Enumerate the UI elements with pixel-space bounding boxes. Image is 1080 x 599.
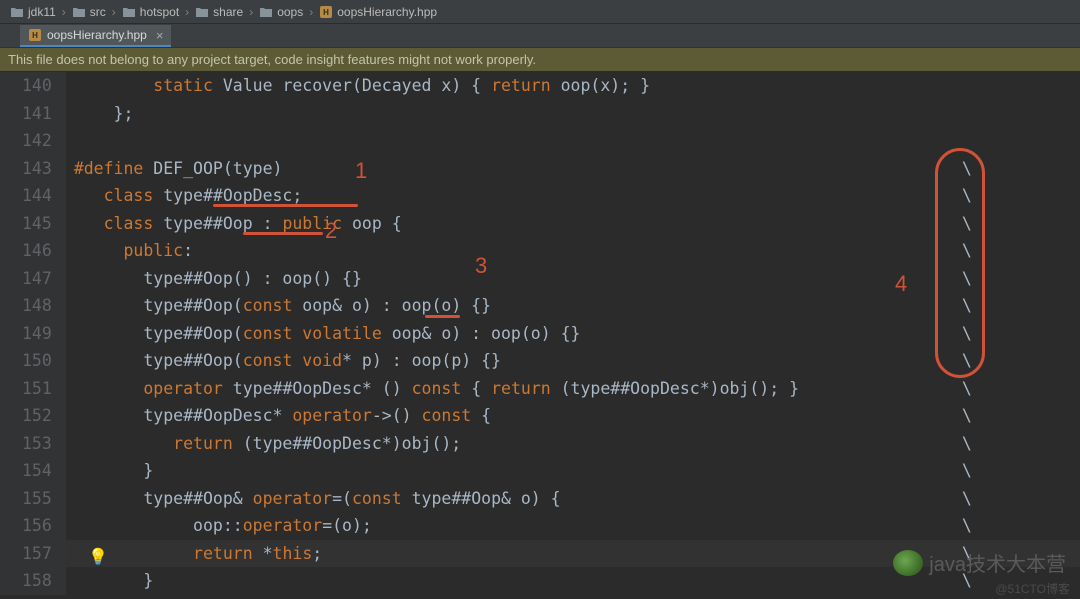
code-line: static Value recover(Decayed x) { return… bbox=[74, 72, 1080, 100]
line-number: 153 bbox=[22, 430, 52, 458]
tab-active[interactable]: H oopsHierarchy.hpp × bbox=[20, 25, 171, 47]
folder-icon bbox=[259, 6, 273, 18]
line-number: 154 bbox=[22, 457, 52, 485]
crumb-label: oopsHierarchy.hpp bbox=[337, 5, 437, 19]
crumb-label: share bbox=[213, 5, 243, 19]
line-number: 151 bbox=[22, 375, 52, 403]
tab-label: oopsHierarchy.hpp bbox=[47, 28, 147, 42]
gutter: 140 141 142 143 144 145 146 147 148 149 … bbox=[0, 72, 66, 595]
code-line: type##Oop() : oop() {}\ bbox=[74, 265, 1080, 293]
line-number: 143 bbox=[22, 155, 52, 183]
line-number: 145 bbox=[22, 210, 52, 238]
breadcrumb-item[interactable]: H oopsHierarchy.hpp bbox=[315, 5, 441, 19]
breadcrumb-item[interactable]: share bbox=[191, 5, 247, 19]
breadcrumb-item[interactable]: src bbox=[68, 5, 110, 19]
watermark-logo: java技术大本营 bbox=[893, 548, 1066, 577]
crumb-label: jdk11 bbox=[28, 5, 56, 19]
header-file-icon: H bbox=[28, 29, 42, 41]
close-icon[interactable]: × bbox=[156, 28, 164, 43]
line-number: 150 bbox=[22, 347, 52, 375]
folder-icon bbox=[195, 6, 209, 18]
breadcrumb-item[interactable]: jdk11 bbox=[6, 5, 60, 19]
folder-icon bbox=[122, 6, 136, 18]
chevron-right-icon: › bbox=[110, 5, 118, 19]
watermark-text: java技术大本营 bbox=[929, 548, 1066, 577]
code-area[interactable]: static Value recover(Decayed x) { return… bbox=[66, 72, 1080, 595]
code-line: type##OopDesc* operator->() const {\ bbox=[74, 402, 1080, 430]
line-number: 149 bbox=[22, 320, 52, 348]
chevron-right-icon: › bbox=[247, 5, 255, 19]
breadcrumb-item[interactable]: hotspot bbox=[118, 5, 183, 19]
notice-bar: This file does not belong to any project… bbox=[0, 48, 1080, 72]
svg-text:H: H bbox=[32, 31, 38, 40]
chevron-right-icon: › bbox=[183, 5, 191, 19]
header-file-icon: H bbox=[319, 6, 333, 18]
line-number: 142 bbox=[22, 127, 52, 155]
code-line: }\ bbox=[74, 457, 1080, 485]
code-line bbox=[74, 127, 1080, 155]
tab-bar: H oopsHierarchy.hpp × bbox=[0, 24, 1080, 48]
code-line: type##Oop& operator=(const type##Oop& o)… bbox=[74, 485, 1080, 513]
line-number: 155 bbox=[22, 485, 52, 513]
chevron-right-icon: › bbox=[60, 5, 68, 19]
folder-icon bbox=[10, 6, 24, 18]
line-number: 157 bbox=[22, 540, 52, 568]
code-line: operator type##OopDesc* () const { retur… bbox=[74, 375, 1080, 403]
code-line: type##Oop(const void* p) : oop(p) {}\ bbox=[74, 347, 1080, 375]
code-line: return (type##OopDesc*)obj();\ bbox=[74, 430, 1080, 458]
line-number: 140 bbox=[22, 72, 52, 100]
line-number: 148 bbox=[22, 292, 52, 320]
folder-icon bbox=[72, 6, 86, 18]
breadcrumb-item[interactable]: oops bbox=[255, 5, 307, 19]
crumb-label: src bbox=[90, 5, 106, 19]
code-line: type##Oop(const volatile oop& o) : oop(o… bbox=[74, 320, 1080, 348]
code-line: oop::operator=(o);\ bbox=[74, 512, 1080, 540]
svg-text:H: H bbox=[323, 8, 329, 17]
code-line: type##Oop(const oop& o) : oop(o) {}\ bbox=[74, 292, 1080, 320]
line-number: 144 bbox=[22, 182, 52, 210]
wechat-icon bbox=[893, 550, 923, 576]
line-number: 158 bbox=[22, 567, 52, 595]
editor[interactable]: 💡 140 141 142 143 144 145 146 147 148 14… bbox=[0, 72, 1080, 595]
crumb-label: hotspot bbox=[140, 5, 179, 19]
chevron-right-icon: › bbox=[307, 5, 315, 19]
watermark-attribution: @51CTO博客 bbox=[995, 580, 1070, 597]
line-number: 156 bbox=[22, 512, 52, 540]
code-line: #define DEF_OOP(type)\ bbox=[74, 155, 1080, 183]
line-number: 146 bbox=[22, 237, 52, 265]
line-number: 141 bbox=[22, 100, 52, 128]
code-line: }; bbox=[74, 100, 1080, 128]
crumb-label: oops bbox=[277, 5, 303, 19]
code-line: class type##Oop : public oop {\ bbox=[74, 210, 1080, 238]
code-line: public:\ bbox=[74, 237, 1080, 265]
line-number: 152 bbox=[22, 402, 52, 430]
intention-bulb-icon[interactable]: 💡 bbox=[88, 543, 108, 571]
line-number: 147 bbox=[22, 265, 52, 293]
breadcrumb-bar: jdk11 › src › hotspot › share › oops › H… bbox=[0, 0, 1080, 24]
code-line: class type##OopDesc;\ bbox=[74, 182, 1080, 210]
